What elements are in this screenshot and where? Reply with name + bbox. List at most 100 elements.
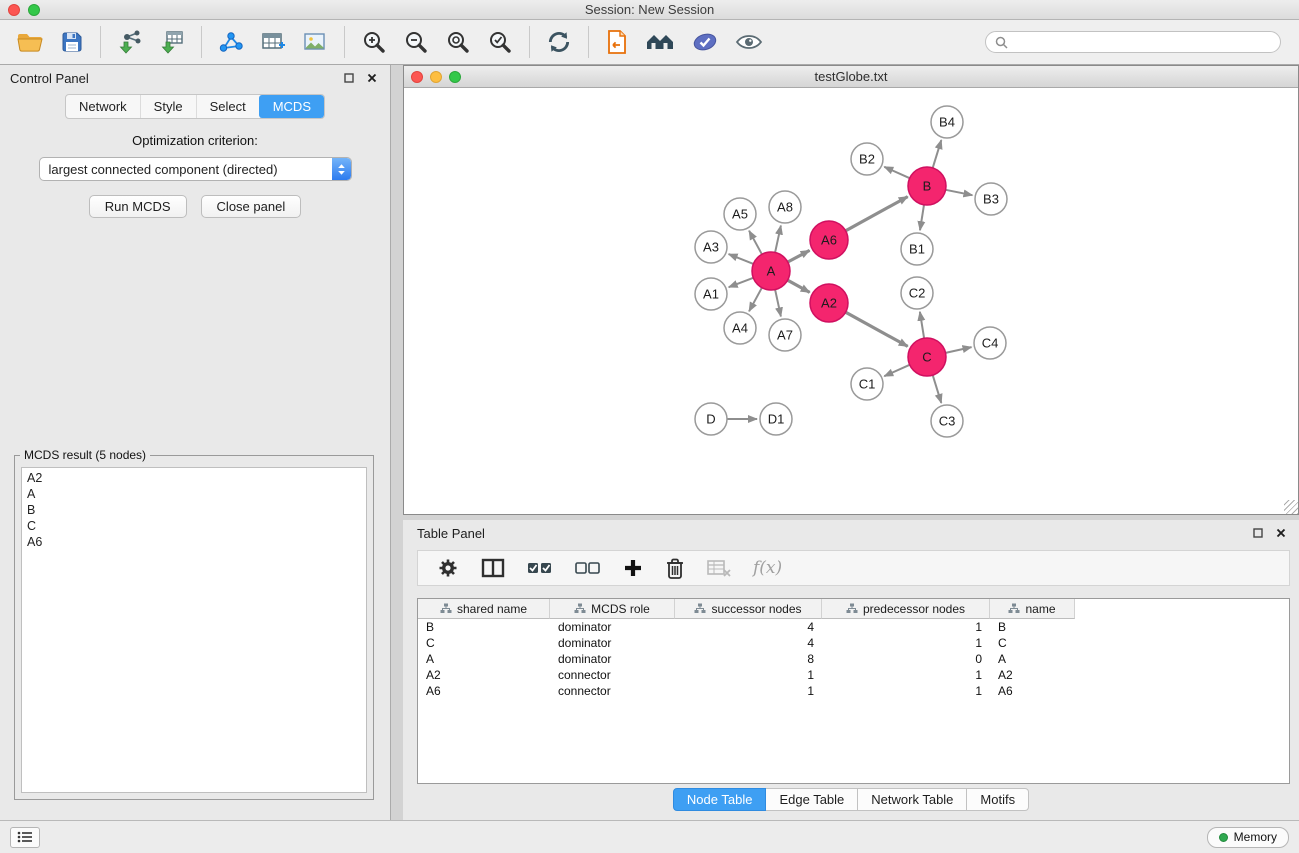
close-panel-button[interactable]: Close panel: [201, 195, 302, 218]
graph-node-A8[interactable]: A8: [769, 191, 801, 223]
table-row[interactable]: A2connector11A2: [418, 667, 1289, 683]
task-history-button[interactable]: [10, 827, 40, 848]
graph-node-A4[interactable]: A4: [724, 312, 756, 344]
graph-edge[interactable]: [788, 250, 810, 262]
graph-edge[interactable]: [775, 226, 781, 253]
graph-node-A1[interactable]: A1: [695, 278, 727, 310]
add-column-button[interactable]: [614, 552, 652, 584]
column-header-MCDS-role[interactable]: MCDS role: [550, 599, 675, 619]
clear-table-button[interactable]: [698, 552, 740, 584]
graph-node-C4[interactable]: C4: [974, 327, 1006, 359]
zoom-in-button[interactable]: [353, 23, 395, 61]
apply-style-button[interactable]: [683, 23, 727, 61]
graph-edge[interactable]: [846, 312, 908, 346]
select-all-button[interactable]: [518, 552, 562, 584]
float-table-panel-button[interactable]: [1250, 525, 1266, 541]
graph-edge[interactable]: [884, 167, 909, 178]
column-header-shared-name[interactable]: shared name: [418, 599, 550, 619]
graph-node-A7[interactable]: A7: [769, 319, 801, 351]
list-item[interactable]: A6: [22, 534, 366, 550]
memory-button[interactable]: Memory: [1207, 827, 1289, 848]
graph-edge[interactable]: [775, 290, 781, 317]
column-header-name[interactable]: name: [990, 599, 1075, 619]
export-image-button[interactable]: [294, 23, 336, 61]
table-row[interactable]: Cdominator41C: [418, 635, 1289, 651]
list-item[interactable]: B: [22, 502, 366, 518]
refresh-view-button[interactable]: [538, 23, 580, 61]
float-panel-button[interactable]: [341, 70, 357, 86]
graph-node-C[interactable]: C: [908, 338, 946, 376]
table-settings-button[interactable]: [428, 552, 468, 584]
graph-node-C1[interactable]: C1: [851, 368, 883, 400]
graph-edge[interactable]: [846, 197, 908, 231]
window-titlebar[interactable]: Session: New Session: [0, 0, 1299, 20]
network-window-titlebar[interactable]: testGlobe.txt: [404, 66, 1298, 88]
graph-edge[interactable]: [933, 140, 942, 168]
search-field[interactable]: [985, 31, 1281, 53]
show-hide-button[interactable]: [727, 23, 771, 61]
zoom-selected-button[interactable]: [479, 23, 521, 61]
graph-node-A3[interactable]: A3: [695, 231, 727, 263]
column-selector-button[interactable]: [472, 552, 514, 584]
graph-edge[interactable]: [933, 375, 942, 403]
graph-node-A[interactable]: A: [752, 252, 790, 290]
mcds-result-list[interactable]: A2ABCA6: [21, 467, 367, 793]
open-file-button[interactable]: [8, 23, 52, 61]
run-mcds-button[interactable]: Run MCDS: [89, 195, 187, 218]
graph-edge[interactable]: [946, 190, 973, 195]
tab-select[interactable]: Select: [196, 95, 259, 118]
graph-edge[interactable]: [884, 365, 909, 376]
list-item[interactable]: A2: [22, 470, 366, 486]
graph-edge[interactable]: [729, 254, 754, 264]
new-table-button[interactable]: [252, 23, 294, 61]
graph-edge[interactable]: [749, 231, 762, 255]
graph-node-C2[interactable]: C2: [901, 277, 933, 309]
graph-node-A2[interactable]: A2: [810, 284, 848, 322]
search-input[interactable]: [1014, 35, 1271, 49]
graph-node-B2[interactable]: B2: [851, 143, 883, 175]
graph-node-C3[interactable]: C3: [931, 405, 963, 437]
graph-node-D[interactable]: D: [695, 403, 727, 435]
close-control-panel-button[interactable]: [364, 70, 380, 86]
network-canvas[interactable]: B4B2BB3A5A8A6B1A3AC2A1A2A4A7C4CC1C3DD1: [404, 88, 1298, 514]
column-header-predecessor-nodes[interactable]: predecessor nodes: [822, 599, 990, 619]
tab-node-table[interactable]: Node Table: [673, 788, 767, 811]
dropdown-stepper[interactable]: [332, 158, 351, 180]
graph-edge[interactable]: [749, 288, 762, 312]
graph-edge[interactable]: [920, 205, 924, 230]
apply-function-button[interactable]: f(x): [744, 552, 791, 584]
list-item[interactable]: A: [22, 486, 366, 502]
open-session-button[interactable]: [597, 23, 637, 61]
graph-node-D1[interactable]: D1: [760, 403, 792, 435]
deselect-all-button[interactable]: [566, 552, 610, 584]
list-item[interactable]: C: [22, 518, 366, 534]
table-row[interactable]: A6connector11A6: [418, 683, 1289, 699]
criterion-dropdown[interactable]: largest connected component (directed): [39, 157, 352, 181]
graph-node-A6[interactable]: A6: [810, 221, 848, 259]
table-row[interactable]: Adominator80A: [418, 651, 1289, 667]
graph-edge[interactable]: [788, 280, 810, 292]
delete-column-button[interactable]: [656, 552, 694, 584]
tab-network-table[interactable]: Network Table: [858, 788, 967, 811]
tab-edge-table[interactable]: Edge Table: [766, 788, 858, 811]
graph-edge[interactable]: [946, 347, 972, 353]
home-button[interactable]: [637, 23, 683, 61]
graph-node-B[interactable]: B: [908, 167, 946, 205]
import-network-button[interactable]: [109, 23, 151, 61]
graph-node-A5[interactable]: A5: [724, 198, 756, 230]
graph-node-B1[interactable]: B1: [901, 233, 933, 265]
table-row[interactable]: Bdominator41B: [418, 619, 1289, 635]
tab-motifs[interactable]: Motifs: [967, 788, 1029, 811]
graph-node-B4[interactable]: B4: [931, 106, 963, 138]
zoom-out-button[interactable]: [395, 23, 437, 61]
save-session-button[interactable]: [52, 23, 92, 61]
graph-edge[interactable]: [920, 312, 924, 338]
tab-mcds[interactable]: MCDS: [259, 95, 324, 118]
graph-edge[interactable]: [729, 278, 754, 287]
tab-network[interactable]: Network: [66, 95, 140, 118]
new-network-button[interactable]: [210, 23, 252, 61]
resize-grip-icon[interactable]: [1284, 500, 1298, 514]
import-table-button[interactable]: [151, 23, 193, 61]
zoom-fit-button[interactable]: [437, 23, 479, 61]
column-header-successor-nodes[interactable]: successor nodes: [675, 599, 822, 619]
